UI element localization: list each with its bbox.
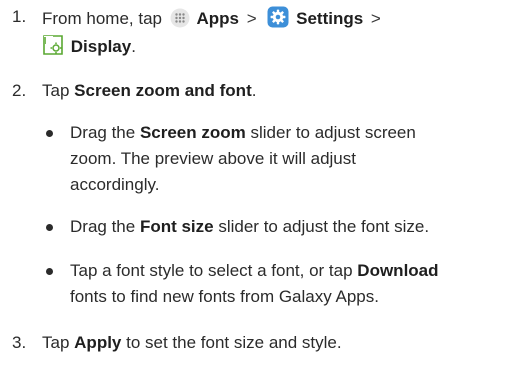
step-1-line-2: Display. bbox=[42, 34, 136, 58]
bullet-1-suffix: slider to adjust screen bbox=[250, 123, 416, 142]
bullet-dot bbox=[46, 268, 53, 275]
step-3-prefix: Tap bbox=[42, 333, 70, 352]
step-1-intro: From home, tap bbox=[42, 9, 162, 28]
apps-label: Apps bbox=[196, 9, 239, 28]
step-2-number: 2. bbox=[12, 81, 27, 100]
step-1-end: . bbox=[131, 37, 136, 56]
bullet-2-bold: Font size bbox=[139, 217, 214, 236]
step-1-line-1: From home, tap Apps > Settings > bbox=[42, 6, 384, 30]
step-3-number: 3. bbox=[12, 333, 27, 352]
bullet-1-prefix: Drag the bbox=[70, 123, 136, 142]
step-2-bold: Screen zoom and font bbox=[74, 81, 252, 100]
bullet-1-line-3: accordingly. bbox=[70, 175, 160, 194]
bullet-dot bbox=[46, 224, 53, 231]
bullet-3-line-1: Tap a font style to select a font, or ta… bbox=[70, 260, 439, 282]
instructions-document: 1. From home, tap Apps > Settings > Disp… bbox=[0, 0, 527, 366]
bullet-1-line-1: Drag the Screen zoom slider to adjust sc… bbox=[70, 122, 416, 144]
step-2-end: . bbox=[251, 81, 257, 100]
display-label: Display bbox=[70, 37, 132, 56]
bullet-3-bold: Download bbox=[357, 261, 439, 280]
bullet-dot bbox=[46, 130, 53, 137]
path-separator: > bbox=[246, 9, 257, 28]
step-1-number: 1. bbox=[12, 7, 27, 26]
apps-grid-icon bbox=[170, 8, 190, 28]
step-3-line: Tap Apply to set the font size and style… bbox=[42, 332, 342, 354]
step-3-suffix: to set the font size and style. bbox=[126, 333, 342, 352]
step-2-line: Tap Screen zoom and font. bbox=[42, 80, 256, 102]
bullet-2-line-1: Drag the Font size slider to adjust the … bbox=[70, 216, 429, 238]
bullet-2-prefix: Drag the bbox=[70, 217, 136, 236]
bullet-3-line-2: fonts to find new fonts from Galaxy Apps… bbox=[70, 287, 379, 306]
bullet-1-line-2: zoom. The preview above it will adjust bbox=[70, 149, 356, 168]
settings-label: Settings bbox=[296, 9, 364, 28]
path-separator: > bbox=[370, 9, 381, 28]
step-2-prefix: Tap bbox=[42, 81, 70, 100]
step-3-bold: Apply bbox=[74, 333, 122, 352]
settings-gear-icon bbox=[267, 6, 289, 28]
bullet-3-prefix: Tap a font style to select a font, or ta… bbox=[70, 261, 353, 280]
bullet-2-suffix: slider to adjust the font size. bbox=[218, 217, 430, 236]
bullet-1-bold: Screen zoom bbox=[139, 123, 246, 142]
display-icon bbox=[42, 34, 64, 56]
